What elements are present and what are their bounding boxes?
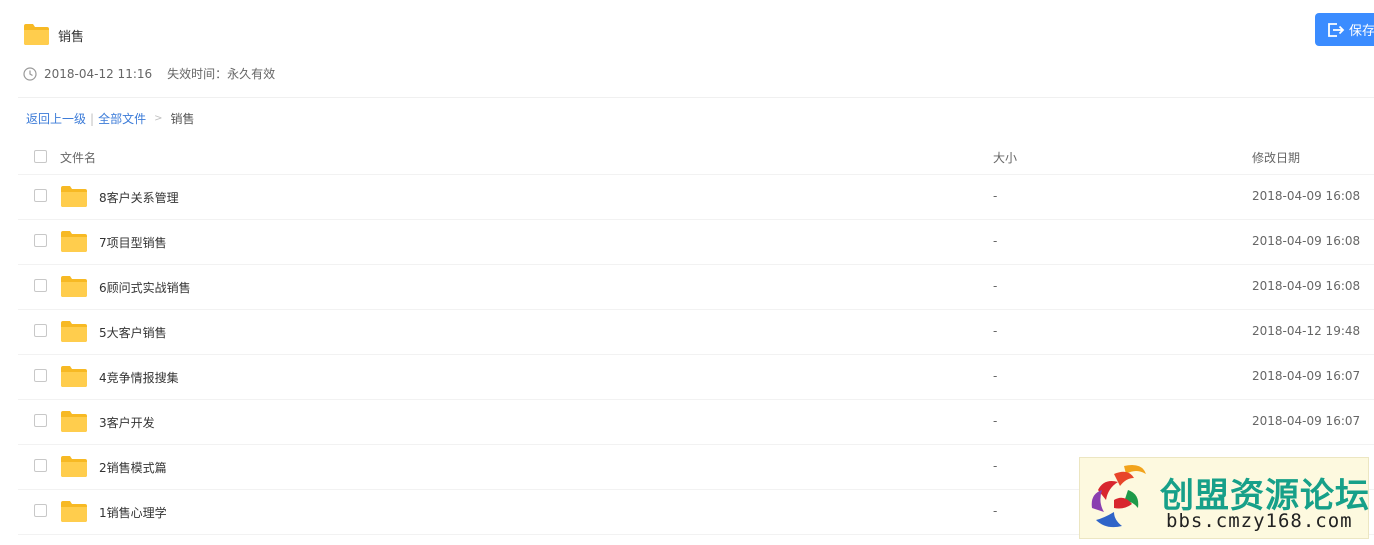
row-checkbox[interactable] xyxy=(34,189,47,202)
header-divider xyxy=(18,97,1374,98)
row-checkbox[interactable] xyxy=(34,279,47,292)
watermark-logo-icon xyxy=(1091,465,1146,528)
file-name[interactable]: 2销售模式篇 xyxy=(99,459,167,476)
file-size: - xyxy=(993,234,998,248)
folder-icon xyxy=(61,231,87,252)
file-date: 2018-04-09 16:07 xyxy=(1252,414,1361,428)
folder-icon xyxy=(61,276,87,297)
file-name[interactable]: 1销售心理学 xyxy=(99,504,167,521)
file-row[interactable]: 5大客户销售 - 2018-04-12 19:48 xyxy=(18,310,1374,355)
watermark-url: bbs.cmzy168.com xyxy=(1166,510,1353,532)
file-name[interactable]: 7项目型销售 xyxy=(99,234,167,251)
file-size: - xyxy=(993,189,998,203)
file-date: 2018-04-09 16:08 xyxy=(1252,189,1361,203)
file-name[interactable]: 8客户关系管理 xyxy=(99,189,179,206)
file-size: - xyxy=(993,414,998,428)
share-created-time: 2018-04-12 11:16 xyxy=(44,66,153,81)
folder-icon xyxy=(61,456,87,477)
file-list-header: 文件名 大小 修改日期 xyxy=(18,138,1374,175)
file-row[interactable]: 4竞争情报搜集 - 2018-04-09 16:07 xyxy=(18,355,1374,400)
file-size: - xyxy=(993,279,998,293)
file-date: 2018-04-09 16:07 xyxy=(1252,369,1361,383)
breadcrumb-current: 销售 xyxy=(170,112,195,126)
file-date: 2018-04-12 19:48 xyxy=(1252,324,1361,338)
breadcrumb: 返回上一级 | 全部文件 > 销售 xyxy=(26,110,194,127)
row-checkbox[interactable] xyxy=(34,459,47,472)
folder-icon xyxy=(61,186,87,207)
file-name[interactable]: 6顾问式实战销售 xyxy=(99,279,191,296)
share-meta: 2018-04-12 11:16 失效时间：永久有效 xyxy=(23,65,275,82)
file-date: 2018-04-09 16:08 xyxy=(1252,234,1361,248)
folder-icon xyxy=(24,24,49,45)
file-row[interactable]: 7项目型销售 - 2018-04-09 16:08 xyxy=(18,220,1374,265)
folder-icon xyxy=(61,501,87,522)
row-checkbox[interactable] xyxy=(34,504,47,517)
folder-icon xyxy=(61,366,87,387)
row-checkbox[interactable] xyxy=(34,414,47,427)
file-size: - xyxy=(993,459,998,473)
share-title: 销售 xyxy=(58,30,85,45)
column-header-name[interactable]: 文件名 xyxy=(60,149,96,166)
save-button-label: 保存 xyxy=(1349,24,1374,39)
share-expire-time: 失效时间：永久有效 xyxy=(167,67,276,81)
column-header-size[interactable]: 大小 xyxy=(993,149,1017,166)
save-to-drive-icon xyxy=(1328,22,1345,37)
folder-icon xyxy=(61,411,87,432)
breadcrumb-separator: | xyxy=(90,111,95,126)
file-row[interactable]: 3客户开发 - 2018-04-09 16:07 xyxy=(18,400,1374,445)
select-all-checkbox[interactable] xyxy=(34,150,47,163)
file-row[interactable]: 8客户关系管理 - 2018-04-09 16:08 xyxy=(18,175,1374,220)
row-checkbox[interactable] xyxy=(34,234,47,247)
breadcrumb-chevron-icon: > xyxy=(154,113,163,124)
row-checkbox[interactable] xyxy=(34,324,47,337)
folder-icon xyxy=(61,321,87,342)
file-size: - xyxy=(993,369,998,383)
row-checkbox[interactable] xyxy=(34,369,47,382)
file-name[interactable]: 3客户开发 xyxy=(99,414,155,431)
share-page: 销售 保存 2018-04-12 11:16 失效时间：永久有效 返回上一级 |… xyxy=(0,0,1374,545)
clock-icon xyxy=(23,66,37,81)
file-size: - xyxy=(993,504,998,518)
file-size: - xyxy=(993,324,998,338)
save-button[interactable]: 保存 xyxy=(1315,13,1374,46)
breadcrumb-all-files-link[interactable]: 全部文件 xyxy=(98,110,146,127)
watermark-banner: 创盟资源论坛 bbs.cmzy168.com xyxy=(1079,457,1369,539)
file-name[interactable]: 5大客户销售 xyxy=(99,324,167,341)
file-date: 2018-04-09 16:08 xyxy=(1252,279,1361,293)
column-header-date[interactable]: 修改日期 xyxy=(1252,149,1300,166)
file-row[interactable]: 6顾问式实战销售 - 2018-04-09 16:08 xyxy=(18,265,1374,310)
file-name[interactable]: 4竞争情报搜集 xyxy=(99,369,179,386)
breadcrumb-back-link[interactable]: 返回上一级 xyxy=(26,110,86,127)
